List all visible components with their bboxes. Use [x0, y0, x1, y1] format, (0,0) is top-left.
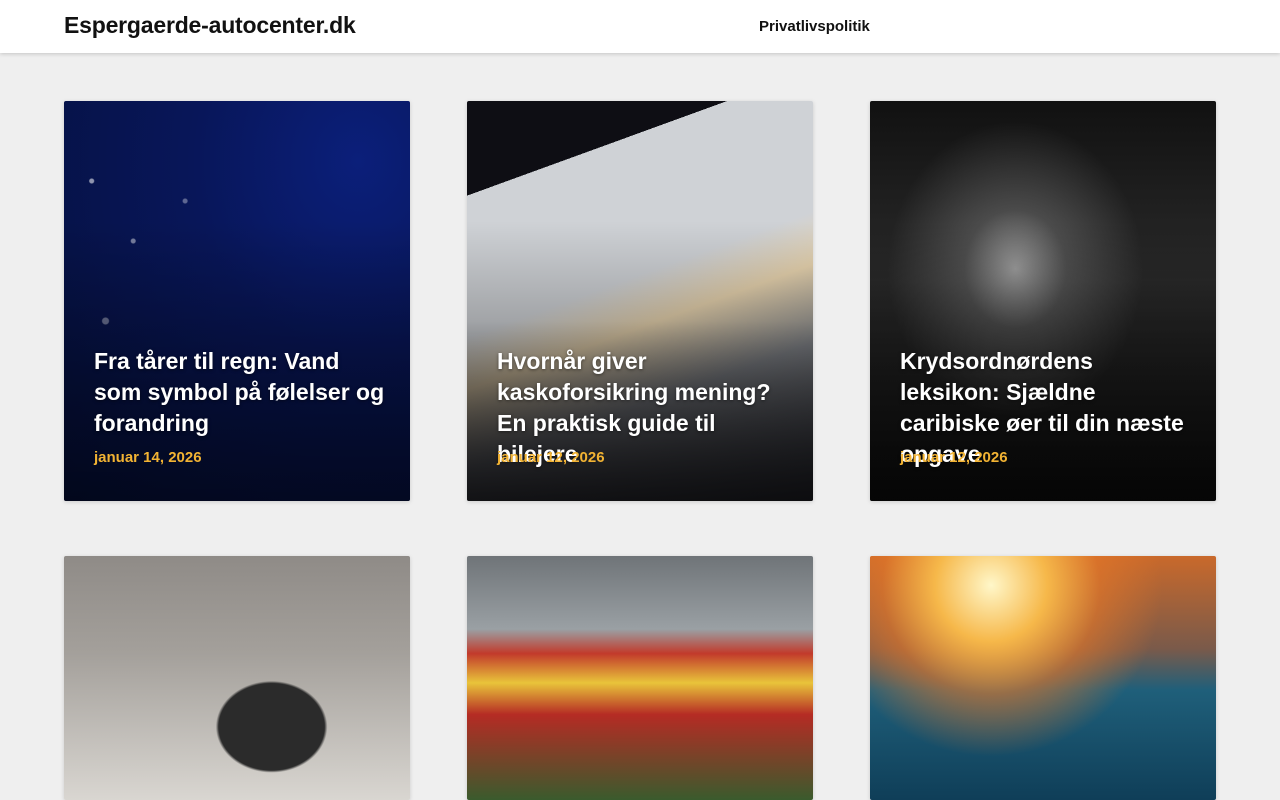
post-thumbnail: [64, 556, 410, 800]
post-card[interactable]: [467, 556, 813, 800]
post-card[interactable]: Krydsordnørdens leksikon: Sjældne caribi…: [870, 101, 1216, 501]
post-card[interactable]: [64, 556, 410, 800]
post-overlay: [64, 101, 410, 501]
post-thumbnail: [467, 556, 813, 800]
post-thumbnail: [870, 556, 1216, 800]
post-title[interactable]: Fra tårer til regn: Vand som symbol på f…: [94, 346, 386, 439]
post-card[interactable]: Fra tårer til regn: Vand som symbol på f…: [64, 101, 410, 501]
site-title-link[interactable]: Espergaerde-autocenter.dk: [64, 12, 356, 39]
post-card[interactable]: [870, 556, 1216, 800]
post-date: januar 12, 2026: [900, 449, 1008, 466]
post-card[interactable]: Hvornår giver kaskoforsikring mening? En…: [467, 101, 813, 501]
site-header: Espergaerde-autocenter.dk Privatlivspoli…: [0, 0, 1280, 53]
nav-link-privacy-policy[interactable]: Privatlivspolitik: [759, 18, 870, 35]
post-date: januar 14, 2026: [94, 449, 202, 466]
post-date: januar 12, 2026: [497, 449, 605, 466]
